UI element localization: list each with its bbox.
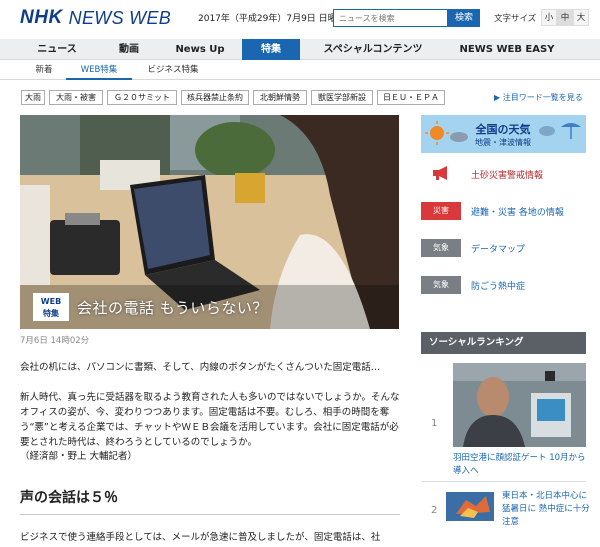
nav-item-special[interactable]: スペシャルコンテンツ (312, 39, 434, 60)
tag-vet-school[interactable]: 獣医学部新設 (311, 90, 373, 105)
search-button[interactable]: 検索 (448, 9, 480, 27)
alert-text-datamap[interactable]: データマップ (471, 242, 525, 255)
article-byline: （経済部・野上 大輔記者） (20, 451, 138, 462)
font-size-label: 文字サイズ (494, 14, 537, 24)
sub-nav: 新着 WEB特集 ビジネス特集 (0, 61, 600, 80)
social-ranking-heading: ソーシャルランキング (421, 332, 586, 354)
alert-text-evacuation[interactable]: 避難・災害 各地の情報 (471, 205, 564, 218)
subnav-item-new[interactable]: 新着 (28, 61, 60, 80)
disaster-badge: 災害 (421, 202, 461, 220)
logo-newsweb: NEWS WEB (68, 7, 172, 28)
heat-map-photo (446, 492, 494, 521)
alert-text-heatstroke[interactable]: 防ごう熱中症 (471, 279, 525, 292)
tag-north-korea[interactable]: 北朝鮮情勢 (253, 90, 307, 105)
weather-banner[interactable]: 全国の天気 地震・津波情報 (421, 115, 586, 153)
tag-nuclear-ban[interactable]: 核兵器禁止条約 (181, 90, 249, 105)
main-nav: ニュース 動画 News Up 特集 スペシャルコンテンツ NEWS WEB E… (0, 39, 600, 60)
alert-row-datamap[interactable]: 気象 データマップ (421, 238, 525, 258)
web-tokushu-badge: WEB 特集 (33, 293, 69, 321)
rank-number-1: 1 (431, 418, 438, 429)
tag-oame-higai[interactable]: 大雨・被害 (49, 90, 103, 105)
search-input[interactable] (333, 9, 448, 27)
nav-item-easy[interactable]: NEWS WEB EASY (452, 39, 562, 60)
tag-g20[interactable]: Ｇ２０サミット (107, 90, 177, 105)
airport-gate-photo (453, 363, 586, 447)
section-divider (20, 514, 400, 515)
header-date: 2017年（平成29年）7月9日 日曜日 (198, 14, 346, 24)
article-headline[interactable]: 会社の電話 もういらない？ (77, 297, 268, 318)
article-timestamp: 7月6日 14時02分 (20, 336, 90, 346)
rank1-headline[interactable]: 羽田空港に顔認証ゲート 10月から導入へ (453, 452, 587, 478)
rank2-headline[interactable]: 東日本・北日本中心に猛暑日に 熱中症に十分注意 (502, 490, 594, 529)
section-heading: 声の会話は５％ (20, 490, 118, 506)
alert-row-heatstroke[interactable]: 気象 防ごう熱中症 (421, 275, 525, 295)
tag-japan-eu-epa[interactable]: 日ＥＵ・ＥＰＡ (377, 90, 445, 105)
ranking-divider (421, 481, 586, 482)
tag-oame[interactable]: 大雨 (21, 90, 45, 105)
nav-item-tokushu[interactable]: 特集 (242, 39, 300, 60)
web-badge-line1: WEB (40, 297, 62, 306)
megaphone-icon (421, 165, 461, 184)
rank-number-2: 2 (431, 505, 438, 516)
font-size-medium-button[interactable]: 中 (557, 9, 573, 26)
section-text: ビジネスで使う連絡手段としては、メールが急速に普及しましたが、固定電話は、社 (20, 532, 381, 543)
weather-title: 全国の天気 (475, 123, 531, 136)
font-size-large-button[interactable]: 大 (573, 9, 589, 26)
nav-item-newsup[interactable]: News Up (168, 39, 232, 60)
weather-badge: 気象 (421, 276, 461, 294)
alert-text-landslide[interactable]: 土砂災害警戒情報 (471, 168, 543, 181)
nav-item-video[interactable]: 動画 (104, 39, 154, 60)
alert-row-landslide[interactable]: 土砂災害警戒情報 (421, 164, 543, 184)
web-badge-line2: 特集 (43, 309, 59, 318)
font-size-small-button[interactable]: 小 (541, 9, 557, 26)
nhk-newsweb-logo[interactable]: NHK NEWS WEB (20, 7, 172, 28)
nav-item-news[interactable]: ニュース (22, 39, 92, 60)
alert-row-disaster[interactable]: 災害 避難・災害 各地の情報 (421, 201, 564, 221)
rank2-thumbnail[interactable] (446, 492, 494, 521)
rank1-thumbnail[interactable] (453, 363, 586, 447)
article-lead: 会社の机には、パソコンに書類、そして、内線のボタンがたくさんついた固定電話… (20, 362, 381, 373)
tag-list-link[interactable]: ▶ 注目ワード一覧を見る (494, 92, 583, 103)
logo-nhk: NHK (20, 7, 63, 28)
weather-subtitle: 地震・津波情報 (475, 138, 531, 147)
subnav-item-webtokushu[interactable]: WEB特集 (66, 61, 132, 80)
article-body: 新人時代、真っ先に受話器を取るよう教育された人も多いのではないでしょうか。そんな… (20, 392, 400, 448)
subnav-item-business[interactable]: ビジネス特集 (140, 61, 206, 80)
weather-badge: 気象 (421, 239, 461, 257)
headline-overlay[interactable]: WEB 特集 会社の電話 もういらない？ (33, 291, 268, 323)
